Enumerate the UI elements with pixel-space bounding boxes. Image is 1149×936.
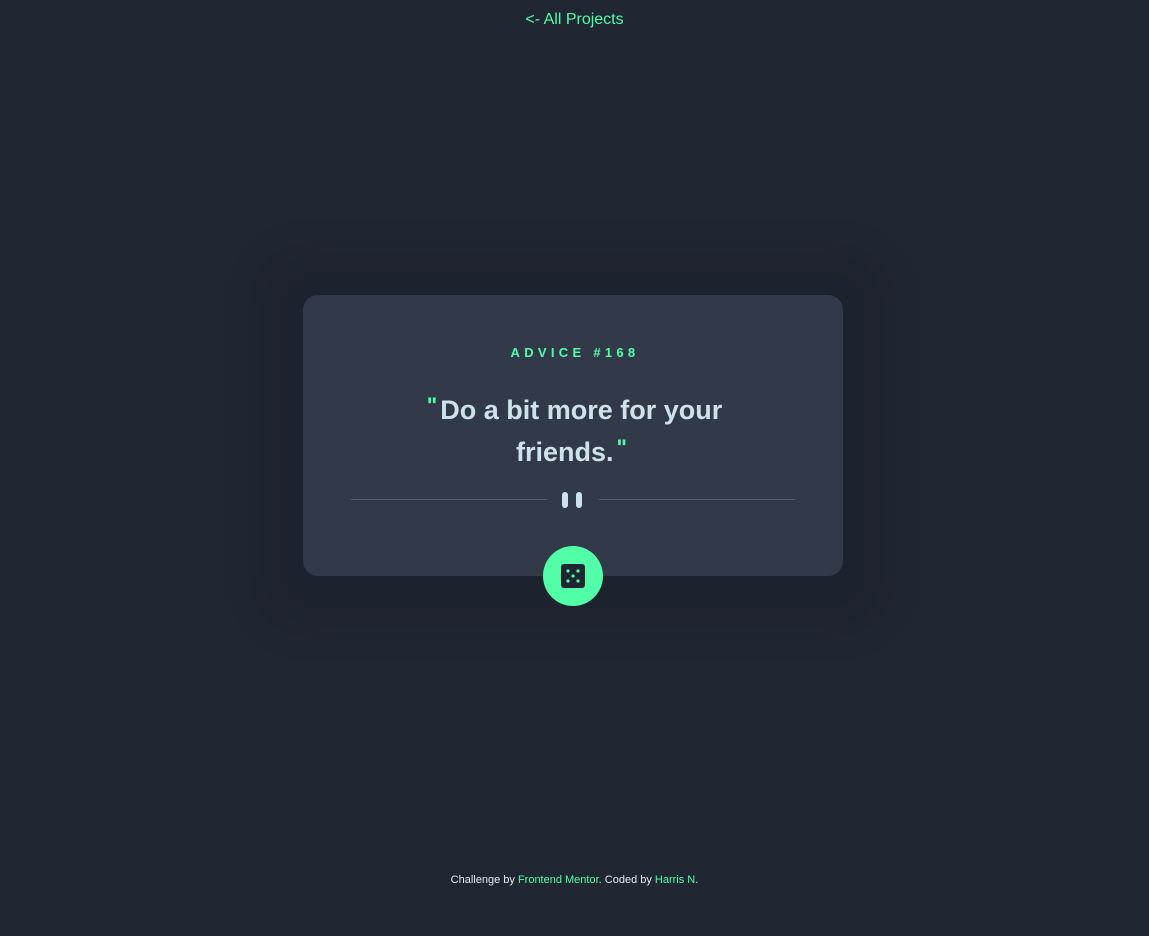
attribution-footer: Challenge by Frontend Mentor. Coded by H… [0,873,1149,887]
page: <- All Projects ADVICE #168 " Do a bit mo… [0,0,1149,936]
pause-bar-right [576,492,582,508]
divider-line-right [599,499,795,500]
divider-line-left [351,499,547,500]
advice-text: Do a bit more for your friends. [440,395,723,467]
pause-bar-left [562,492,568,508]
footer-coded-text: . Coded by [598,874,652,886]
author-link[interactable]: Harris N [655,874,695,886]
dice-icon [561,564,585,588]
new-advice-button[interactable] [543,546,603,606]
advice-card: ADVICE #168 " Do a bit more for your frie… [303,295,843,576]
advice-id: ADVICE #168 [510,345,640,360]
footer-challenge-text: Challenge by [450,874,515,886]
frontend-mentor-link[interactable]: Frontend Mentor [518,874,599,886]
all-projects-link[interactable]: <- All Projects [0,9,1149,31]
footer-period: . [695,874,699,886]
open-quote: " [426,393,438,418]
advice-quote: " Do a bit more for your friends. " [403,387,743,471]
pause-icon [562,492,584,508]
close-quote: " [616,435,627,460]
